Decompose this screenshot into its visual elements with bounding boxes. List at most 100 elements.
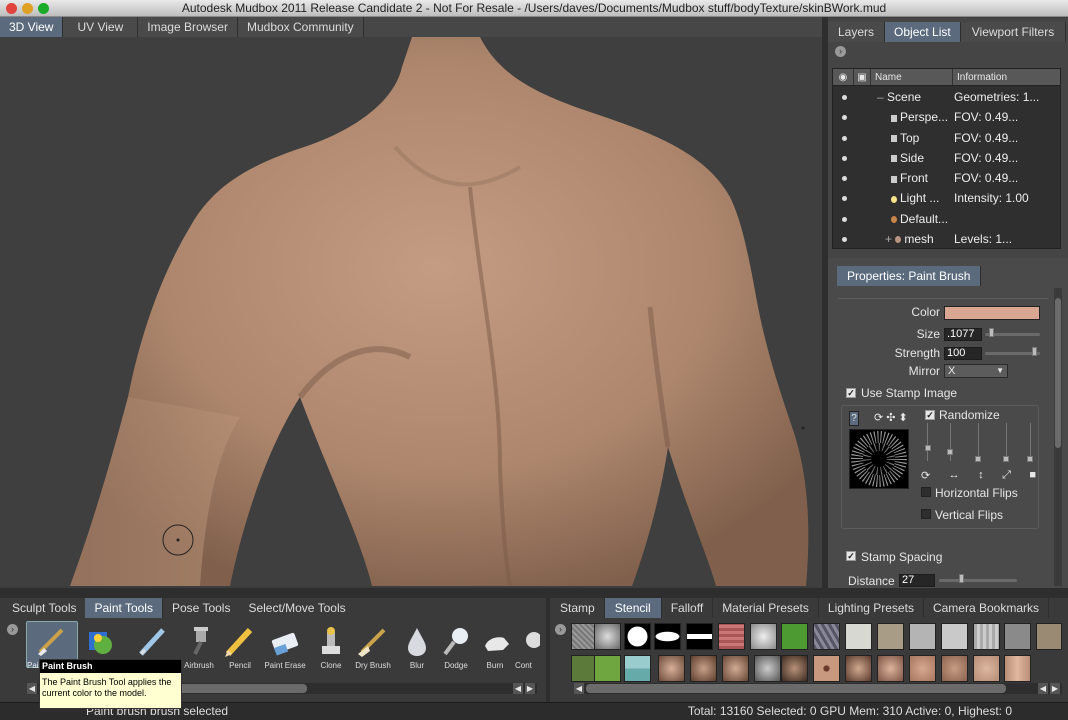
visibility-dot-icon[interactable] [842,115,847,121]
stencil-thumbnail[interactable] [877,655,904,682]
stencil-thumbnail[interactable] [845,623,872,650]
vertical-move-icon[interactable]: ↕ [978,469,984,482]
tab-uv-view[interactable]: UV View [63,17,139,37]
burn-icon[interactable] [480,624,514,658]
randomize-checkbox[interactable]: ✓ [925,410,935,420]
zoom-window-button[interactable] [38,3,49,14]
tab-viewport-filters[interactable]: Viewport Filters [960,22,1067,42]
scroll-left-icon[interactable]: ◀ [513,683,523,694]
scroll-left-icon[interactable]: ◀ [574,683,584,694]
stencil-collapse-icon[interactable]: › [555,624,566,635]
information-column-header[interactable]: Information [952,69,1060,85]
visibility-dot-icon[interactable] [842,216,847,222]
tab-sculpt-tools[interactable]: Sculpt Tools [3,598,86,618]
tab-pose-tools[interactable]: Pose Tools [162,598,240,618]
name-column-header[interactable]: Name [870,69,952,85]
distance-field[interactable]: 27 [899,574,935,587]
stencil-thumbnail[interactable] [654,623,681,650]
strength-field[interactable]: 100 [944,347,982,360]
rotate-stamp-icons[interactable]: ⟳ ✣ ⬍ [874,411,908,424]
list-item[interactable]: + mesh Levels: 1... [833,229,1060,249]
pencil-tool-icon[interactable] [222,624,256,658]
stencil-thumbnail[interactable] [594,623,621,650]
stencil-thumbnail[interactable] [658,655,685,682]
scrollbar-thumb[interactable] [177,684,307,693]
scrollbar-thumb[interactable] [1055,298,1061,448]
visibility-dot-icon[interactable] [842,176,847,182]
visibility-dot-icon[interactable] [842,196,847,202]
randomize-sliders[interactable] [925,423,1036,463]
tab-stencil[interactable]: Stencil [604,598,662,618]
list-item[interactable]: Top FOV: 0.49... [833,128,1060,148]
list-item[interactable]: Default... [833,209,1060,229]
tab-stamp[interactable]: Stamp [551,598,605,618]
paint-brush-icon[interactable] [34,624,68,658]
stencil-thumbnail[interactable] [909,623,936,650]
visibility-dot-icon[interactable] [842,135,847,141]
stencil-thumbnail[interactable] [754,655,781,682]
minimize-window-button[interactable] [22,3,33,14]
stencil-thumbnail[interactable] [813,655,840,682]
pencil-icon[interactable] [185,624,219,658]
visibility-dot-icon[interactable] [842,95,847,100]
stencil-thumbnail[interactable] [1004,623,1031,650]
paint-erase-icon[interactable] [268,624,302,658]
stencil-thumbnail[interactable] [718,623,745,650]
strength-slider-handle[interactable] [1032,347,1037,356]
stamp-spacing-checkbox[interactable]: ✓ [846,551,856,561]
stencil-thumbnail[interactable] [624,623,651,650]
horizontal-move-icon[interactable]: ↔ [949,469,960,482]
tray-splitter[interactable] [0,588,1068,598]
stencil-scrollbar[interactable]: ◀ ◀ ▶ [574,683,1062,694]
airbrush-icon[interactable] [135,624,169,658]
list-item[interactable]: Front FOV: 0.49... [833,168,1060,188]
list-item[interactable]: – Scene Geometries: 1... [833,87,1060,107]
vertical-flips-checkbox[interactable] [921,509,931,519]
stencil-thumbnail[interactable] [594,655,621,682]
stencil-thumbnail[interactable] [845,655,872,682]
stencil-thumbnail[interactable] [909,655,936,682]
tab-camera-bookmarks[interactable]: Camera Bookmarks [923,598,1049,618]
tab-select-move-tools[interactable]: Select/Move Tools [239,598,355,618]
stencil-thumbnail[interactable] [750,623,777,650]
tab-properties[interactable]: Properties: Paint Brush [837,266,982,286]
stencil-thumbnail[interactable] [624,655,651,682]
size-field[interactable]: .1077 [944,328,982,341]
mirror-dropdown[interactable]: X ▼ [944,364,1008,378]
tab-material-presets[interactable]: Material Presets [713,598,819,618]
color-swatch[interactable] [944,306,1040,320]
collapse-arrow-icon[interactable]: › [835,46,846,57]
scroll-left-icon[interactable]: ◀ [27,683,37,694]
distance-slider-handle[interactable] [959,574,964,583]
projection-icon[interactable] [84,624,118,658]
dodge-icon[interactable] [440,624,474,658]
stencil-thumbnail[interactable] [690,655,717,682]
stencil-thumbnail[interactable] [973,623,1000,650]
stencil-thumbnail[interactable] [941,655,968,682]
tray-collapse-icon[interactable]: › [7,624,18,635]
clone-icon[interactable] [314,624,348,658]
tab-paint-tools[interactable]: Paint Tools [85,598,163,618]
distance-slider[interactable] [939,579,1017,582]
stencil-thumbnail[interactable] [722,655,749,682]
properties-scrollbar[interactable] [1054,288,1062,586]
stencil-thumbnail[interactable] [1036,623,1062,650]
tab-image-browser[interactable]: Image Browser [138,17,238,37]
list-item[interactable]: Side FOV: 0.49... [833,148,1060,168]
scrollbar-thumb[interactable] [586,684,1006,693]
color-icon[interactable]: ■ [1029,469,1036,482]
tab-object-list[interactable]: Object List [885,22,961,42]
visibility-column-icon[interactable]: ◉ [833,69,853,85]
scroll-left-icon[interactable]: ◀ [1038,683,1048,694]
stencil-thumbnail[interactable] [781,655,808,682]
dry-brush-icon[interactable] [356,624,390,658]
use-stamp-image-checkbox[interactable]: ✓ [846,388,856,398]
stencil-thumbnail[interactable] [781,623,808,650]
stencil-thumbnail[interactable] [813,623,840,650]
stencil-thumbnail[interactable] [973,655,1000,682]
blur-icon[interactable] [400,624,434,658]
tab-lighting-presets[interactable]: Lighting Presets [818,598,924,618]
rotate-icon[interactable]: ⟳ [921,469,930,482]
visibility-dot-icon[interactable] [842,155,847,161]
lock-column-icon[interactable]: ▣ [853,69,870,85]
